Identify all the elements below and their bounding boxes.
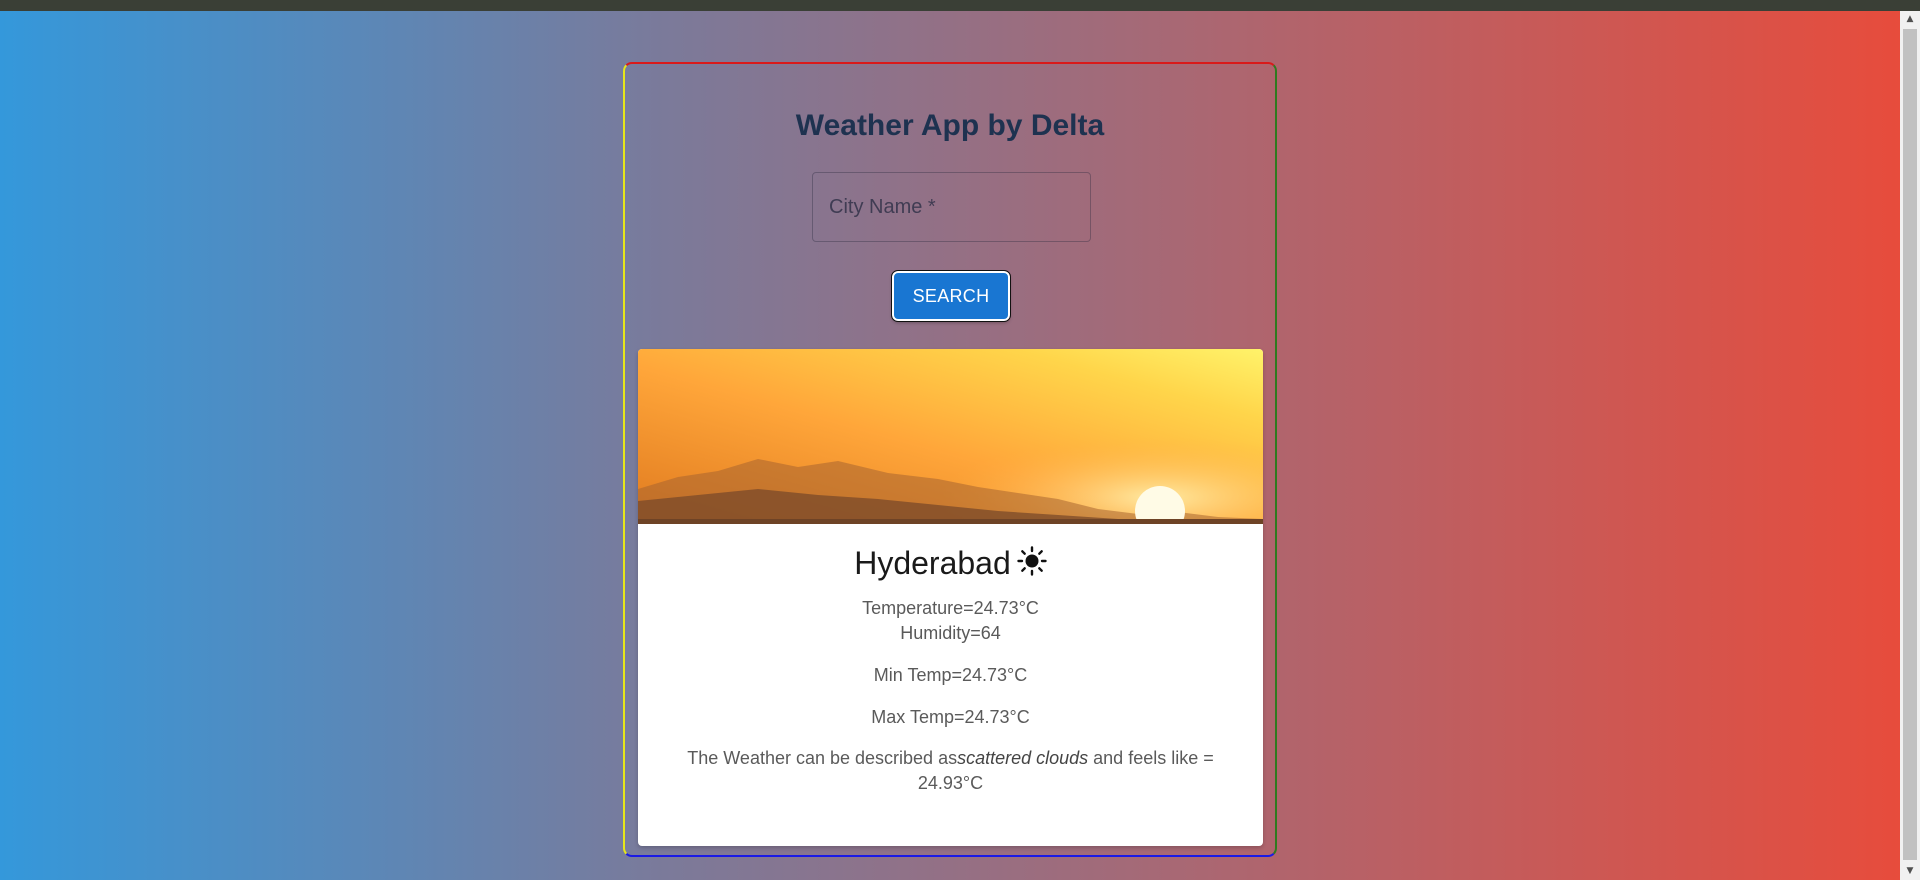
city-name-field[interactable]	[812, 172, 1091, 242]
weather-card: Hyderabad Temperature=24.73°C Humidity=6…	[638, 349, 1263, 846]
temperature-text: Temperature=24.73°C	[862, 598, 1039, 618]
description-prefix: The Weather can be described as	[687, 748, 958, 768]
search-button[interactable]: SEARCH	[891, 270, 1011, 322]
sun-icon	[1017, 546, 1047, 576]
city-name-heading: Hyderabad	[638, 545, 1263, 582]
vertical-scrollbar[interactable]: ▲ ▼	[1900, 11, 1920, 880]
humidity-text: Humidity=64	[900, 623, 1001, 643]
sunset-image	[638, 349, 1263, 524]
max-temp-text: Max Temp=24.73°C	[871, 707, 1030, 727]
city-name-input[interactable]	[813, 173, 1090, 241]
page-background: Weather App by Delta SEARCH	[0, 11, 1900, 880]
browser-top-bar	[0, 0, 1920, 11]
weather-condition: scattered clouds	[957, 748, 1089, 768]
min-temp-text: Min Temp=24.73°C	[873, 665, 1028, 685]
city-name-text: Hyderabad	[854, 545, 1011, 581]
scroll-down-arrow-icon[interactable]: ▼	[1900, 863, 1920, 880]
scroll-up-arrow-icon[interactable]: ▲	[1900, 11, 1920, 28]
page-title: Weather App by Delta	[795, 109, 1105, 142]
scrollbar-thumb[interactable]	[1903, 29, 1917, 860]
weather-description: The Weather can be described asscattered…	[678, 746, 1223, 796]
weather-app-container: Weather App by Delta SEARCH	[623, 62, 1277, 857]
